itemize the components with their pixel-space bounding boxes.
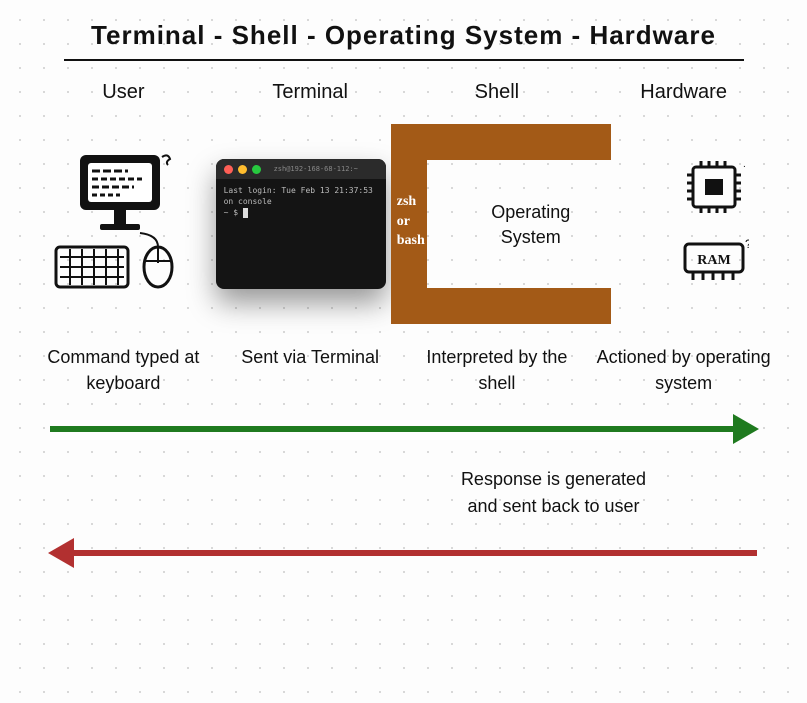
shell-names: zsh or bash xyxy=(397,192,427,251)
hardware-icon-cell: . RAM ? xyxy=(651,157,777,291)
response-caption: Response is generated and sent back to u… xyxy=(0,466,807,520)
column-headers: User Terminal Shell Hardware xyxy=(30,81,777,104)
response-line1: Response is generated xyxy=(300,466,807,493)
arrow-left-head-icon xyxy=(48,538,74,568)
shell-name-bash: bash xyxy=(397,231,427,251)
shell-c-shape-icon: zsh or bash Operating System xyxy=(391,124,651,324)
close-icon xyxy=(224,165,233,174)
descriptions-row: Command typed at keyboard Sent via Termi… xyxy=(30,344,777,396)
desc-user: Command typed at keyboard xyxy=(30,344,217,396)
shell-name-or: or xyxy=(397,212,427,232)
desc-terminal: Sent via Terminal xyxy=(217,344,404,396)
terminal-line1: Last login: Tue Feb 13 21:37:53 on conso… xyxy=(224,185,378,207)
svg-text:.: . xyxy=(743,159,746,170)
terminal-prompt: ~ $ xyxy=(224,208,238,217)
col-shell-label: Shell xyxy=(404,81,591,104)
ram-label-text: RAM xyxy=(697,253,730,268)
terminal-window-icon: zsh@192-168-68-112:~ Last login: Tue Feb… xyxy=(216,159,386,289)
operating-system-label: Operating System xyxy=(471,200,591,250)
terminal-title-text: zsh@192-168-68-112:~ xyxy=(274,165,358,173)
terminal-icon-cell: zsh@192-168-68-112:~ Last login: Tue Feb… xyxy=(210,159,390,289)
maximize-icon xyxy=(252,165,261,174)
svg-text:?: ? xyxy=(745,237,749,251)
os-line2: System xyxy=(471,225,591,250)
ram-chip-icon: RAM ? xyxy=(679,231,749,291)
user-icon-cell xyxy=(30,149,210,299)
terminal-titlebar: zsh@192-168-68-112:~ xyxy=(216,159,386,179)
os-line1: Operating xyxy=(471,200,591,225)
minimize-icon xyxy=(238,165,247,174)
arrow-right-line-icon xyxy=(50,426,739,432)
arrow-left-line-icon xyxy=(68,550,757,556)
title-underline xyxy=(64,59,744,61)
response-line2: and sent back to user xyxy=(300,493,807,520)
col-hardware-label: Hardware xyxy=(590,81,777,104)
icons-row: zsh@192-168-68-112:~ Last login: Tue Feb… xyxy=(30,124,777,324)
terminal-body: Last login: Tue Feb 13 21:37:53 on conso… xyxy=(216,179,386,225)
desc-hardware: Actioned by operating system xyxy=(590,344,777,396)
shell-name-zsh: zsh xyxy=(397,192,427,212)
return-flow-arrow xyxy=(50,538,757,568)
computer-icon xyxy=(50,149,190,299)
cpu-chip-icon: . xyxy=(679,157,749,217)
desc-shell: Interpreted by the shell xyxy=(404,344,591,396)
shell-icon-cell: zsh or bash Operating System xyxy=(391,124,651,324)
col-user-label: User xyxy=(30,81,217,104)
forward-flow-arrow xyxy=(50,414,757,444)
cursor-icon xyxy=(243,208,248,218)
col-terminal-label: Terminal xyxy=(217,81,404,104)
diagram-title: Terminal - Shell - Operating System - Ha… xyxy=(0,0,807,51)
arrow-right-head-icon xyxy=(733,414,759,444)
